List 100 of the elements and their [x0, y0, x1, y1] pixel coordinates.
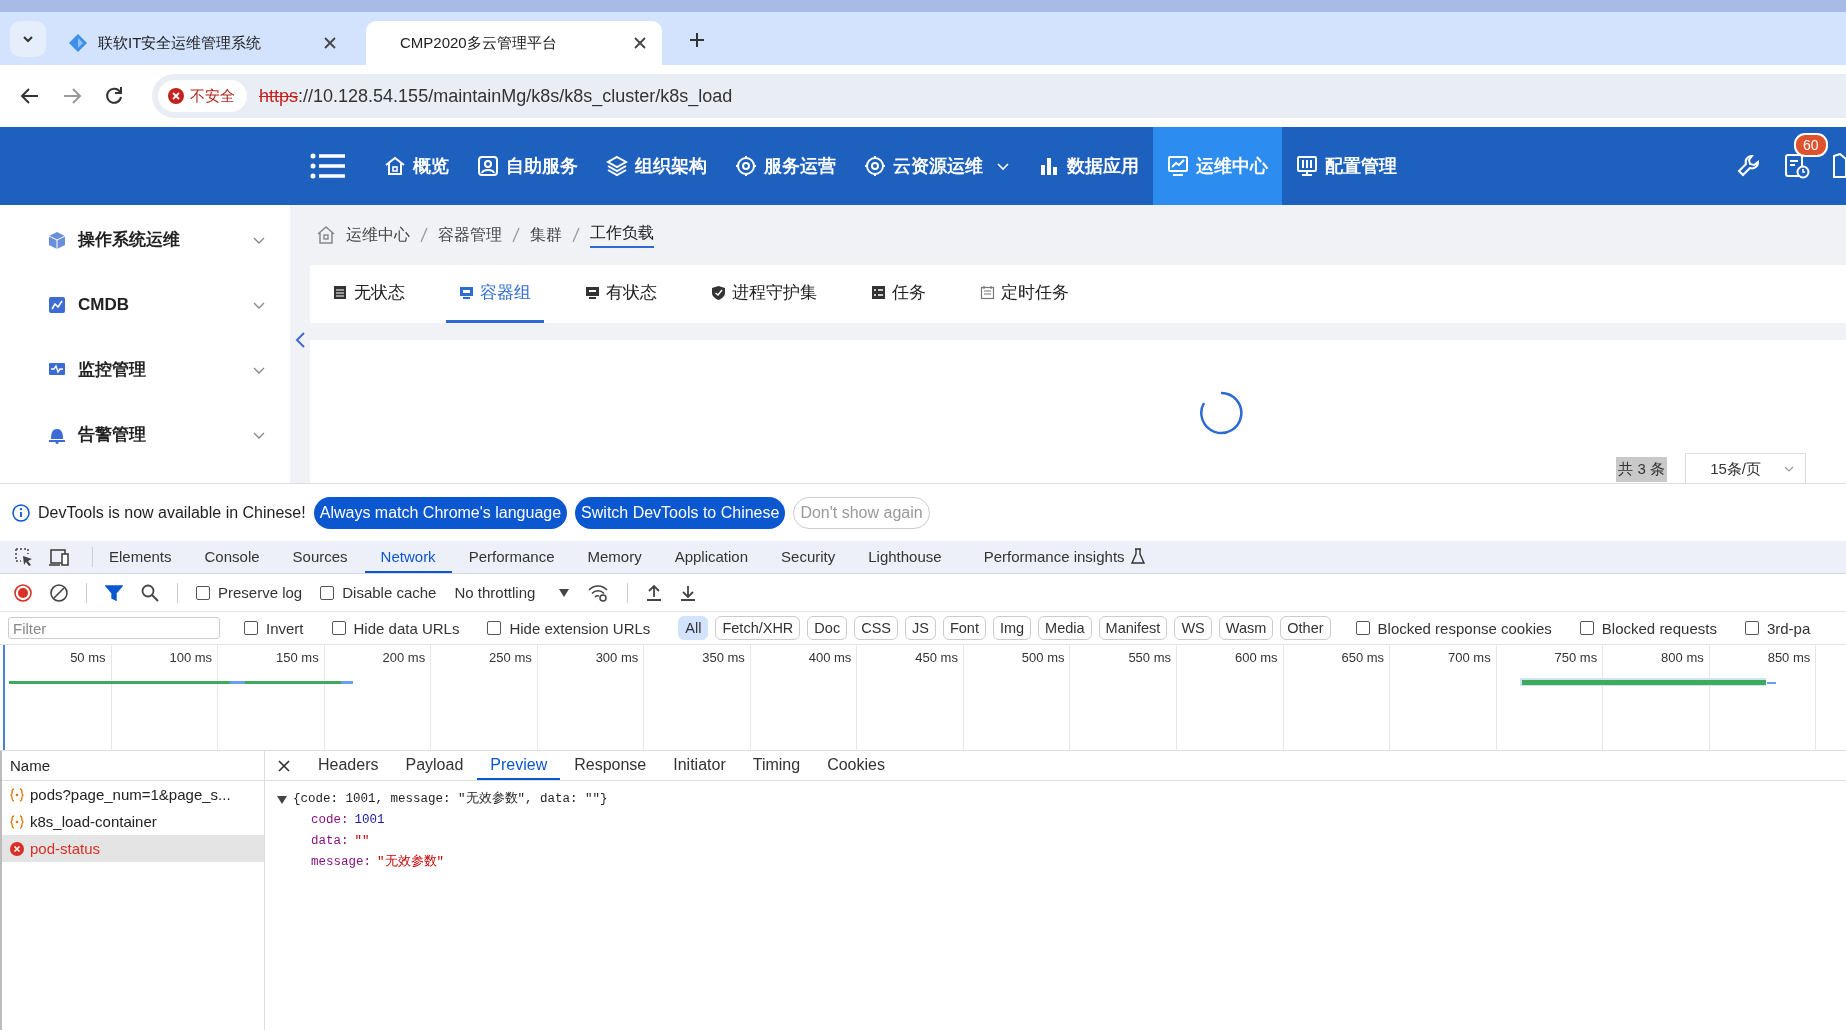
address-bar[interactable]: 不安全 https://10.128.54.155/maintainMg/k8s/k8s_cluster/k8s_load — [152, 74, 1846, 118]
type-filter-button[interactable]: Media — [1038, 616, 1092, 640]
nav-item[interactable]: 自助服务 — [463, 127, 592, 205]
nav-item[interactable]: 云资源运维 — [850, 127, 1024, 205]
json-value: "无效参数" — [377, 853, 445, 871]
detail-tab[interactable]: Initiator — [660, 751, 739, 780]
search-icon[interactable] — [141, 583, 159, 602]
back-arrow-icon[interactable] — [20, 86, 40, 106]
tick-label: 200 ms — [382, 650, 426, 665]
checkbox[interactable]: Invert — [244, 619, 304, 637]
workload-tab[interactable]: 定时任务 — [967, 265, 1082, 323]
nav-item[interactable]: 配置管理 — [1282, 127, 1411, 205]
type-filter-button[interactable]: Img — [992, 616, 1032, 640]
detail-tab[interactable]: Preview — [477, 751, 561, 780]
devtools-tab[interactable]: Security — [765, 541, 852, 573]
type-filter-button[interactable]: Other — [1280, 616, 1331, 640]
checkbox[interactable]: Preserve log — [196, 584, 303, 601]
forward-arrow-icon[interactable] — [62, 86, 82, 106]
type-filter-button[interactable]: CSS — [854, 616, 898, 640]
detail-tab[interactable]: Response — [561, 751, 660, 780]
tick-label: 400 ms — [808, 650, 852, 665]
devtools-tab[interactable]: Performance — [452, 541, 571, 573]
nav-item[interactable]: 数据应用 — [1024, 127, 1153, 205]
breadcrumb-link[interactable]: 运维中心 — [346, 224, 410, 246]
breadcrumb-link[interactable]: 容器管理 — [438, 224, 502, 246]
checkbox[interactable]: Hide data URLs — [331, 619, 460, 637]
reload-icon[interactable] — [104, 86, 124, 106]
nav-item[interactable]: 服务运营 — [721, 127, 850, 205]
request-row[interactable]: pods?page_num=1&page_s... — [2, 781, 264, 808]
checkbox[interactable]: Blocked response cookies — [1355, 619, 1552, 637]
url-text: https://10.128.54.155/maintainMg/k8s/k8s_cluster/k8s_load — [259, 85, 733, 107]
stop-recording-icon[interactable] — [14, 583, 32, 602]
nav-item[interactable]: 概览 — [370, 127, 463, 205]
json-key: message: — [311, 852, 371, 873]
request-row[interactable]: k8s_load-container — [2, 808, 264, 835]
sidebar-item[interactable]: 操作系统运维 — [0, 207, 290, 272]
devtools-tab[interactable]: Application — [658, 541, 765, 573]
calendar-clock-icon[interactable] — [1784, 153, 1810, 179]
tick-label: 650 ms — [1341, 650, 1385, 665]
detail-tab[interactable]: Timing — [739, 751, 814, 780]
request-row[interactable]: pod-status — [2, 835, 264, 862]
sidebar-item[interactable]: 监控管理 — [0, 337, 290, 402]
sidebar-item[interactable]: 告警管理 — [0, 402, 290, 467]
devtools-tab[interactable]: Lighthouse — [852, 541, 958, 573]
menu-icon[interactable] — [310, 153, 346, 179]
sidebar-item[interactable]: CMDB — [0, 272, 290, 337]
browser-tab[interactable]: CMP2020多云管理平台 — [366, 21, 662, 65]
close-icon[interactable] — [632, 35, 648, 51]
devtools-tab[interactable]: Network — [364, 541, 452, 573]
tick-label: 850 ms — [1767, 650, 1811, 665]
filter-field[interactable]: Filter — [8, 617, 220, 639]
workload-tab[interactable]: 容器组 — [446, 265, 544, 323]
nav-item[interactable]: 组织架构 — [592, 127, 721, 205]
workload-tab[interactable]: 有状态 — [572, 265, 670, 323]
devtools-tab[interactable]: Performance insights — [967, 541, 1161, 573]
wrench-icon[interactable] — [1736, 153, 1762, 179]
detail-tab[interactable]: Headers — [305, 751, 392, 780]
type-filter-button[interactable]: All — [678, 616, 709, 640]
upload-icon[interactable] — [646, 583, 663, 602]
loading-spinner — [1198, 390, 1244, 436]
devtools-tab[interactable]: Elements — [93, 541, 188, 573]
chevron-left-icon[interactable] — [294, 331, 306, 349]
breadcrumb-link[interactable]: 工作负载 — [590, 222, 654, 248]
person-icon — [477, 155, 499, 177]
type-filter-button[interactable]: Manifest — [1098, 616, 1168, 640]
checkbox[interactable]: 3rd-pa — [1744, 619, 1811, 637]
detail-tab[interactable]: Payload — [392, 751, 477, 780]
bar-chart-icon — [1038, 155, 1060, 177]
error-icon — [10, 841, 24, 856]
filter-icon[interactable] — [105, 583, 123, 602]
type-filter-button[interactable]: JS — [905, 616, 936, 640]
type-filter-button[interactable]: Fetch/XHR — [715, 616, 801, 640]
breadcrumb-link[interactable]: 集群 — [530, 224, 562, 246]
workload-tab[interactable]: 任务 — [858, 265, 939, 323]
security-chip[interactable]: 不安全 — [158, 80, 247, 112]
type-filter-button[interactable]: Font — [942, 616, 986, 640]
clear-icon[interactable] — [50, 583, 68, 602]
close-icon[interactable] — [277, 758, 291, 773]
notice-button[interactable]: Switch DevTools to Chinese — [575, 496, 786, 529]
devtools-tab[interactable]: Console — [188, 541, 276, 573]
download-icon[interactable] — [680, 583, 697, 602]
workload-tab[interactable]: 无状态 — [320, 265, 418, 323]
checkbox[interactable]: Hide extension URLs — [487, 619, 651, 637]
browser-tab[interactable]: 联软IT安全运维管理系统 — [56, 21, 352, 65]
workload-tab[interactable]: 进程守护集 — [698, 265, 830, 323]
checkbox[interactable]: Blocked requests — [1579, 619, 1717, 637]
close-icon[interactable] — [322, 35, 338, 51]
devtools-tab[interactable]: Memory — [571, 541, 658, 573]
type-filter-button[interactable]: Doc — [807, 616, 848, 640]
throttling-select[interactable]: No throttling — [454, 584, 570, 601]
wifi-settings-icon[interactable] — [587, 583, 610, 602]
type-filter-button[interactable]: Wasm — [1218, 616, 1274, 640]
notice-button[interactable]: Always match Chrome's language — [313, 496, 568, 529]
inspect-icon[interactable] — [14, 547, 34, 567]
triangle-down-icon[interactable] — [277, 794, 287, 805]
detail-tab[interactable]: Cookies — [814, 751, 898, 780]
devtools-tab[interactable]: Sources — [276, 541, 364, 573]
type-filter-button[interactable]: WS — [1174, 616, 1212, 640]
device-icon[interactable] — [48, 547, 70, 567]
checkbox[interactable]: Disable cache — [320, 584, 437, 601]
